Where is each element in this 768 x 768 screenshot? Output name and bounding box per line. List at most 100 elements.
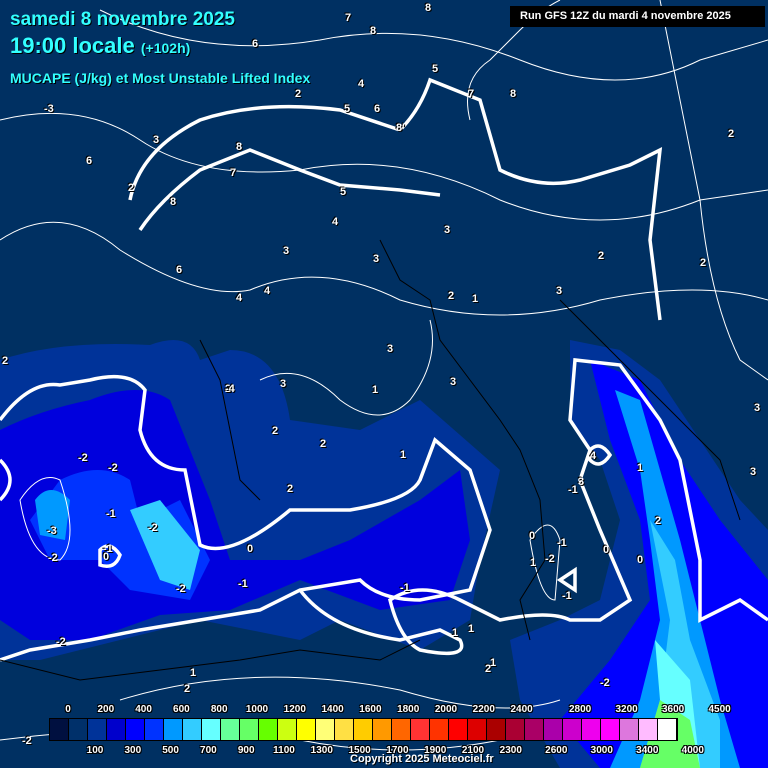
local-time: 19:00 locale (10, 33, 135, 58)
li-contour-label: 4 (236, 292, 243, 304)
colorbar-swatch (468, 719, 487, 740)
li-contour-label: 5 (432, 63, 439, 75)
li-contour-label: 4 (264, 285, 271, 297)
li-contour-label: 4 (358, 78, 365, 90)
colorbar-tick-label: 2000 (434, 704, 458, 715)
colorbar-tick-label: 2600 (545, 745, 568, 756)
colorbar-tick-label: 1000 (245, 704, 269, 715)
li-contour-label: -1 (400, 582, 410, 594)
li-contour-label: 8 (236, 141, 243, 153)
colorbar-swatch (126, 719, 145, 740)
li-contour-label: 6 (86, 155, 93, 167)
li-contour-label: 2 (272, 425, 279, 437)
li-contour-label: -3 (44, 103, 54, 115)
li-contour-label: 1 (372, 384, 379, 396)
colorbar-tick-label: 800 (210, 704, 228, 715)
li-contour-label: 3 (750, 466, 757, 478)
li-contour-label: 4 (332, 216, 339, 228)
colorbar-tick-label: 2200 (472, 704, 495, 715)
colorbar-swatch (392, 719, 411, 740)
colorbar-tick-label: 1700 (386, 745, 409, 756)
li-contour-label: -1 (557, 537, 567, 549)
li-contour-label: -4 (225, 383, 235, 395)
li-contour-label: -1 (238, 578, 248, 590)
li-contour-label: 8 (170, 196, 177, 208)
colorbar-swatch (430, 719, 449, 740)
li-contour-label: 0 (637, 554, 644, 566)
li-contour-label: -1 (568, 484, 578, 496)
li-contour-label: 2 (320, 438, 327, 450)
li-contour-label: 1 (490, 657, 497, 669)
colorbar-tick-label: 1900 (424, 745, 447, 756)
map-canvas (0, 0, 768, 768)
colorbar-swatch (240, 719, 259, 740)
li-contour-label: -1 (106, 508, 116, 520)
li-contour-label: 1 (530, 557, 537, 569)
colorbar-swatch (297, 719, 316, 740)
li-contour-label: 1 (190, 667, 197, 679)
li-contour-label: 1 (472, 293, 479, 305)
li-contour-label: 2 (128, 182, 135, 194)
colorbar-swatch (506, 719, 525, 740)
colorbar-tick-label: 1200 (283, 704, 306, 715)
parameter-title: MUCAPE (J/kg) et Most Unstable Lifted In… (10, 70, 311, 86)
cape-fill (0, 340, 768, 768)
li-contour-label: 8 (510, 88, 517, 100)
li-contour-label: 6 (176, 264, 183, 276)
colorbar-tick-label: 200 (97, 704, 115, 715)
li-contour-label: 2 (598, 250, 605, 262)
colorbar-tick-label: 3600 (661, 704, 685, 715)
li-contour-label: 2 (700, 257, 707, 269)
li-contour-label: 0 (529, 530, 536, 542)
colorbar-swatch (373, 719, 392, 740)
li-contour-label: 4 (590, 450, 597, 462)
colorbar-swatch (259, 719, 278, 740)
forecast-time: 19:00 locale (+102h) (10, 33, 190, 59)
colorbar (49, 718, 678, 741)
li-contour-label: 2 (295, 88, 302, 100)
colorbar-swatch (278, 719, 297, 740)
colorbar-swatch (316, 719, 335, 740)
colorbar-tick-label: 700 (200, 745, 217, 756)
colorbar-swatch (145, 719, 164, 740)
li-contour-label: -2 (78, 452, 88, 464)
li-contour-label: 3 (280, 378, 287, 390)
li-contour-label: 1 (637, 462, 644, 474)
colorbar-tick-label: 300 (124, 745, 142, 756)
colorbar-swatch (525, 719, 544, 740)
li-contour-label: 3 (444, 224, 451, 236)
li-contour-label: -2 (600, 677, 610, 689)
li-contour-label: 8 (425, 2, 432, 14)
colorbar-swatch (487, 719, 506, 740)
colorbar-tick-label: 4000 (681, 745, 704, 756)
colorbar-tick-label: 1100 (273, 745, 295, 756)
colorbar-tick-label: 600 (173, 704, 190, 715)
li-contour-label: -2 (176, 583, 186, 595)
li-contour-label: 6 (252, 38, 259, 50)
colorbar-swatch (50, 719, 69, 740)
colorbar-swatch (449, 719, 468, 740)
li-contour-label: -3 (47, 525, 57, 537)
li-contour-label: -2 (48, 552, 58, 564)
colorbar-swatch (582, 719, 601, 740)
li-contour-label: -1 (562, 590, 572, 602)
colorbar-tick-label: 4500 (708, 704, 731, 715)
colorbar-swatch (639, 719, 658, 740)
colorbar-swatch (563, 719, 582, 740)
li-contour-label: 5 (344, 103, 351, 115)
colorbar-tick-label: 1800 (397, 704, 420, 715)
li-contour-label: 2 (184, 683, 191, 695)
li-contour-label: 7 (230, 167, 237, 179)
colorbar-tick-label: 3000 (590, 745, 613, 756)
li-contour-label: 2 (287, 483, 294, 495)
li-contour-label: 3 (373, 253, 380, 265)
colorbar-tick-label: 100 (86, 745, 104, 756)
colorbar-tick-label: 1500 (348, 745, 371, 756)
li-contour-label: -2 (148, 522, 158, 534)
colorbar-tick-label: 2100 (461, 745, 485, 756)
li-contour-label: 0 (603, 544, 610, 556)
li-contour-label: 3 (387, 343, 394, 355)
colorbar-tick-label: 2300 (499, 745, 522, 756)
li-contour-label: 2 (448, 290, 455, 302)
li-contour-label: 7 (345, 12, 352, 24)
